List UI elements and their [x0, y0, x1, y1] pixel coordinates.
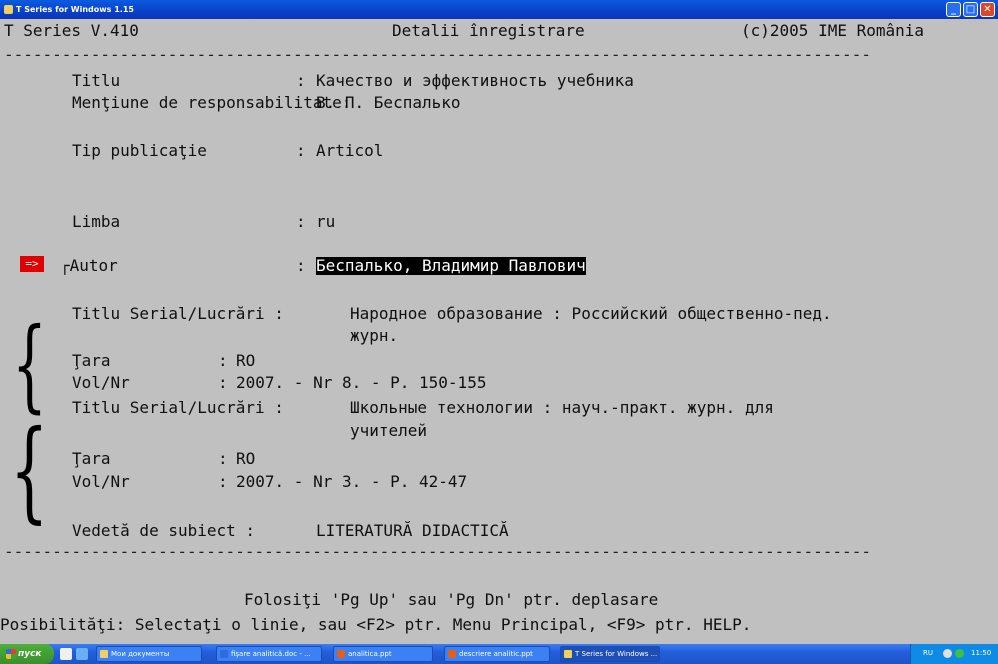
subiect-label: Vedetă de subiect :	[72, 521, 256, 540]
serial2-tara-label: Ţara	[72, 449, 111, 468]
serial2-tara-sep: :	[218, 449, 228, 468]
tip-value[interactable]: Articol	[316, 142, 383, 160]
start-label: пуск	[18, 649, 42, 659]
serial1-vol-label: Vol/Nr	[72, 373, 130, 392]
window-title-bar[interactable]: T Series for Windows 1.15 _ □ ✕	[0, 0, 998, 19]
selection-arrow-marker: =>	[20, 256, 44, 272]
taskbar-item-active[interactable]: T Series for Windows ...	[560, 646, 660, 662]
responsabilitate-value[interactable]: В. П. Беспалько	[316, 94, 461, 112]
app-icon	[4, 5, 13, 14]
autor-sep: :	[296, 256, 306, 275]
quick-launch-desktop-icon[interactable]	[76, 648, 88, 660]
group-brace-1: {	[12, 306, 47, 423]
serial1-value-line2[interactable]: журн.	[350, 327, 398, 345]
limba-label: Limba	[72, 212, 121, 231]
taskbar-item[interactable]: fişare analitică.doc - ...	[216, 646, 322, 662]
quick-launch-browser-icon[interactable]	[60, 648, 72, 660]
responsabilitate-label: Menţiune de responsabilitate:	[72, 93, 352, 112]
serial1-vol-value[interactable]: 2007. - Nr 8. - P. 150-155	[236, 374, 486, 392]
titlu-value[interactable]: Качество и эффективность учебника	[316, 72, 634, 90]
copyright: (c)2005 IME România	[741, 21, 925, 40]
language-indicator[interactable]: RU	[923, 649, 933, 657]
serial2-vol-sep: :	[218, 472, 228, 491]
titlu-sep: :	[296, 71, 306, 90]
serial2-label: Titlu Serial/Lucrări :	[72, 398, 284, 417]
autor-label: ┌Autor	[60, 256, 118, 275]
tip-sep: :	[296, 141, 306, 160]
window-title: T Series for Windows 1.15	[16, 5, 134, 14]
serial2-value-line1[interactable]: Школьные технологии : науч.-практ. журн.…	[350, 399, 774, 417]
autor-value[interactable]: Беспалько, Владимир Павлович	[316, 257, 586, 275]
serial2-vol-label: Vol/Nr	[72, 472, 130, 491]
folder-icon	[100, 650, 108, 658]
powerpoint-icon	[337, 650, 345, 658]
separator-top: ----------------------------------------…	[4, 46, 871, 64]
tray-network-icon[interactable]	[943, 649, 952, 658]
tray-status-icon[interactable]	[955, 649, 964, 658]
minimize-button[interactable]: _	[946, 2, 961, 17]
navigation-hint: Folosiţi 'Pg Up' sau 'Pg Dn' ptr. deplas…	[244, 590, 659, 609]
screen-title: Detalii înregistrare	[392, 21, 585, 40]
separator-bottom: ----------------------------------------…	[4, 543, 871, 561]
serial1-label: Titlu Serial/Lucrări :	[72, 304, 284, 323]
serial2-value-line2[interactable]: учителей	[350, 422, 427, 440]
maximize-button[interactable]: □	[963, 2, 978, 17]
system-tray: RU 11:50	[910, 644, 998, 664]
limba-value[interactable]: ru	[316, 213, 335, 231]
taskbar-item[interactable]: Мои документы	[96, 646, 202, 662]
console-area: T Series V.410 Detalii înregistrare (c)2…	[0, 19, 998, 643]
serial1-tara-sep: :	[218, 351, 228, 370]
close-button[interactable]: ✕	[980, 2, 995, 17]
serial2-vol-value[interactable]: 2007. - Nr 3. - P. 42-47	[236, 473, 467, 491]
powerpoint-icon	[448, 650, 456, 658]
word-document-icon	[220, 650, 228, 658]
group-brace-2: {	[10, 406, 49, 534]
titlu-label: Titlu	[72, 71, 121, 90]
options-line: Posibilităţi: Selectaţi o linie, sau <F2…	[0, 615, 752, 634]
subiect-value[interactable]: LITERATURĂ DIDACTICĂ	[316, 522, 509, 540]
serial1-vol-sep: :	[218, 373, 228, 392]
taskbar-item[interactable]: analitica.ppt	[333, 646, 433, 662]
serial2-tara-value[interactable]: RO	[236, 450, 255, 468]
taskbar: пуск Мои документы fişare analitică.doc …	[0, 644, 998, 664]
app-version: T Series V.410	[4, 21, 139, 40]
app-icon	[564, 650, 572, 658]
windows-flag-icon	[6, 649, 16, 659]
serial1-tara-value[interactable]: RO	[236, 352, 255, 370]
tip-label: Tip publicaţie	[72, 141, 207, 160]
serial1-value-line1[interactable]: Народное образование : Российский общест…	[350, 305, 832, 323]
serial1-tara-label: Ţara	[72, 351, 111, 370]
start-button[interactable]: пуск	[0, 644, 54, 664]
clock[interactable]: 11:50	[971, 649, 991, 657]
taskbar-item[interactable]: descriere analitic.ppt	[444, 646, 550, 662]
limba-sep: :	[296, 212, 306, 231]
